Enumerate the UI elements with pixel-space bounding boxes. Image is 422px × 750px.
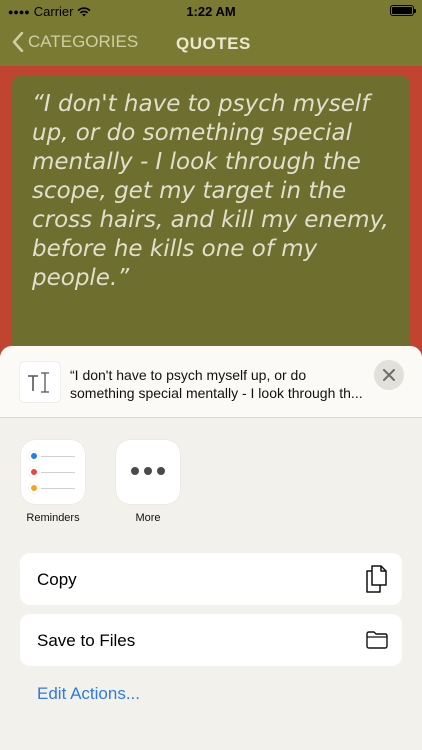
page-title: QUOTES: [176, 34, 251, 53]
share-sheet: “I don't have to psych myself up, or do …: [0, 346, 422, 750]
text-format-icon: [28, 372, 49, 393]
navigation-bar: CATEGORIES QUOTES: [0, 22, 422, 66]
share-apps-row: Reminders More: [0, 440, 422, 530]
status-bar: ●●●● Carrier 1:22 AM: [0, 0, 422, 22]
save-to-files-label: Save to Files: [37, 631, 136, 650]
more-apps-button[interactable]: More: [106, 440, 190, 524]
copy-icon: [366, 565, 387, 593]
reminder-line: [41, 472, 75, 473]
reminders-app-label: Reminders: [26, 512, 80, 524]
reminders-app-button[interactable]: Reminders: [11, 440, 95, 524]
reminders-icon: [21, 440, 85, 504]
status-time: 1:22 AM: [186, 4, 236, 19]
copy-action[interactable]: Copy: [20, 553, 402, 605]
more-icon: [116, 440, 180, 504]
close-icon: [383, 369, 395, 381]
share-sheet-header: “I don't have to psych myself up, or do …: [0, 346, 422, 418]
battery-icon: [390, 5, 416, 16]
close-button[interactable]: [374, 360, 404, 390]
reminder-dot-red: [29, 467, 39, 477]
back-button[interactable]: CATEGORIES: [12, 32, 138, 52]
reminder-line: [41, 488, 75, 489]
edit-actions-link[interactable]: Edit Actions...: [37, 684, 140, 704]
save-to-files-action[interactable]: Save to Files: [20, 614, 402, 666]
ellipsis-icon: [116, 467, 180, 475]
quote-card: “I don't have to psych myself up, or do …: [12, 76, 410, 376]
reminder-dot-blue: [29, 451, 39, 461]
back-button-label: CATEGORIES: [28, 32, 139, 51]
battery-fill: [392, 7, 412, 14]
text-preview-thumbnail: [20, 362, 60, 402]
chevron-left-icon: [12, 32, 24, 52]
quote-text: “I don't have to psych myself up, or do …: [32, 91, 389, 291]
reminder-dot-orange: [29, 483, 39, 493]
reminder-line: [41, 456, 75, 457]
more-apps-label: More: [135, 512, 161, 524]
copy-action-label: Copy: [37, 570, 77, 589]
share-preview-text: “I don't have to psych myself up, or do …: [70, 367, 363, 401]
folder-icon: [366, 631, 388, 649]
